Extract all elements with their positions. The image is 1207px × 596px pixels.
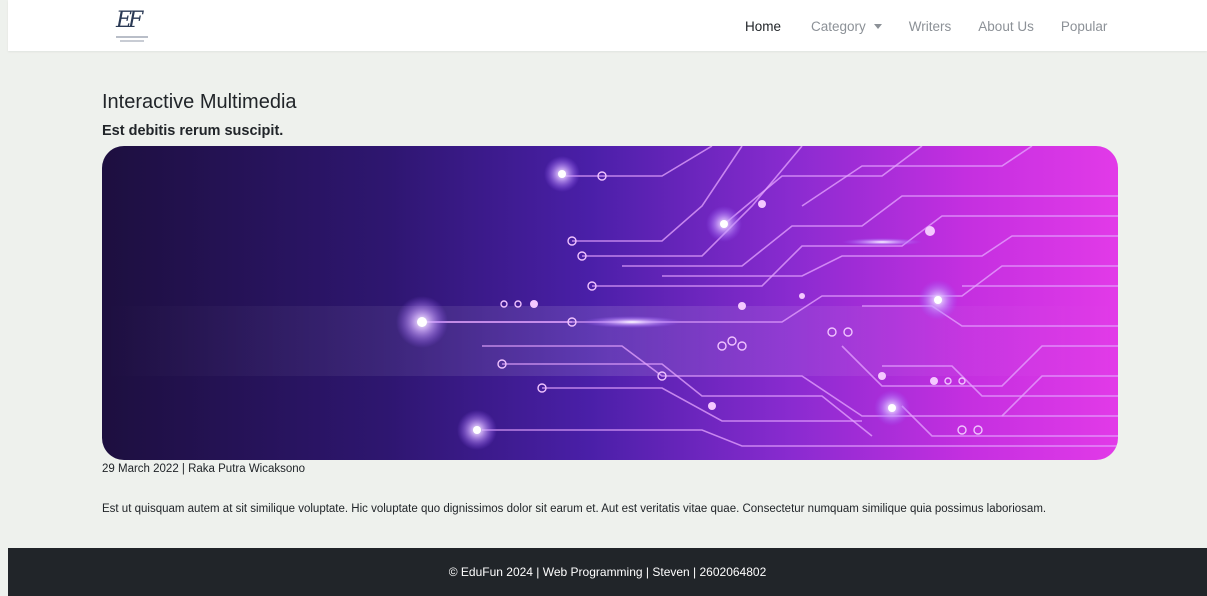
footer: © EduFun 2024 | Web Programming | Steven…	[8, 548, 1207, 596]
nav-popular-link[interactable]: Popular	[1061, 19, 1108, 34]
article-title: Interactive Multimedia	[102, 91, 297, 113]
article-body: Est ut quisquam autem at sit similique v…	[102, 503, 1047, 515]
nav-about-us-link[interactable]: About Us	[978, 19, 1034, 34]
nav-writers-link[interactable]: Writers	[909, 19, 952, 34]
article-subtitle: Est debitis rerum suscipit.	[102, 123, 284, 139]
article-banner-image	[102, 146, 1118, 460]
nav-category-dropdown[interactable]: Category	[811, 19, 882, 34]
navbar: EF Home Category Writers About Us Popula…	[8, 0, 1207, 51]
article-meta: 29 March 2022 | Raka Putra Wicaksono	[102, 463, 306, 475]
nav-menu: Home Category Writers About Us Popular	[745, 17, 1107, 35]
footer-text: © EduFun 2024 | Web Programming | Steven…	[448, 565, 767, 579]
nav-category-label: Category	[811, 18, 866, 34]
edufun-logo[interactable]: EF	[116, 9, 148, 45]
caret-down-icon	[873, 23, 882, 29]
nav-home-link[interactable]: Home	[745, 19, 781, 34]
